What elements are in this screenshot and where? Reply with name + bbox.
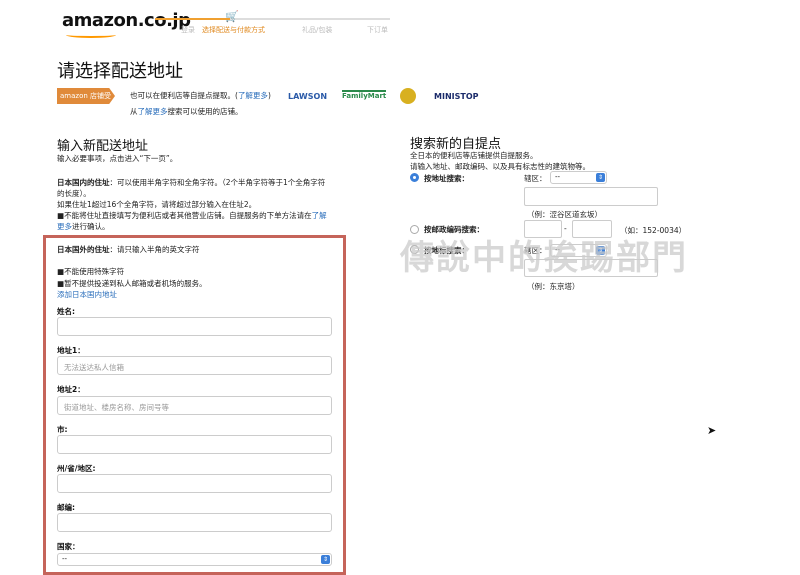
familymart-logo: FamilyMart: [342, 90, 387, 100]
address1-input[interactable]: 无法送达私人信箱: [57, 356, 332, 375]
step-login: 登录: [181, 26, 195, 34]
watermark: 傳說中的挨踢部門: [400, 238, 688, 278]
country-select[interactable]: -- ⇕: [57, 553, 332, 566]
address-search-input[interactable]: [524, 187, 658, 206]
district-select[interactable]: -- ⇕: [550, 171, 607, 184]
foreign-note-1: ■不能使用特殊字符: [57, 267, 125, 276]
country-label: 国家：: [57, 542, 80, 551]
cart-icon: 🛒: [225, 10, 239, 23]
address2-label: 地址2：: [57, 385, 85, 394]
add-domestic-address-link[interactable]: 添加日本国内地址: [57, 289, 117, 300]
ministop-logo: MINISTOP: [434, 92, 479, 101]
step-shipping: 选择配送与付款方式: [202, 26, 265, 34]
city-input[interactable]: [57, 435, 332, 454]
learn-more-link-2[interactable]: 了解更多: [138, 107, 168, 116]
pickup-line2: 从了解更多搜索可以使用的店铺。: [130, 107, 243, 116]
page-title: 请选择配送地址: [57, 61, 183, 82]
learn-more-link[interactable]: 了解更多: [238, 91, 268, 100]
chevron-down-icon: ⇕: [596, 173, 605, 182]
lawson-logo: LAWSON: [288, 92, 328, 101]
foreign-info: 日本国外的住址：请只输入半角的英文字符: [57, 245, 200, 254]
city-label: 市:: [57, 425, 68, 434]
amazon-logo[interactable]: amazon.co.jp: [62, 10, 191, 38]
state-label: 州/省/地区:: [57, 464, 96, 473]
checkout-progress: [155, 18, 390, 20]
step-gift: 礼品/包装: [302, 26, 333, 34]
name-input[interactable]: [57, 317, 332, 336]
radio-by-address[interactable]: [410, 173, 419, 182]
postal-input[interactable]: [57, 513, 332, 532]
postal-label: 邮编:: [57, 503, 75, 512]
chevron-down-icon: ⇕: [321, 555, 330, 564]
by-address-label: 按地址搜索：: [424, 174, 469, 183]
pickup-search-line1: 全日本的便利店等店铺提供自提服务。: [410, 151, 538, 160]
new-address-subtitle: 输入必要事项，点击进入“下一页”。: [57, 154, 178, 163]
mouse-cursor-icon: ➤: [707, 424, 717, 437]
new-address-title: 输入新配送地址: [57, 139, 149, 154]
pickup-badge: amazon 店铺受取: [57, 88, 115, 104]
name-label: 姓名:: [57, 307, 75, 316]
address1-label: 地址1：: [57, 346, 85, 355]
district-label: 辖区：: [524, 174, 547, 183]
step-order: 下订单: [367, 26, 388, 34]
yamato-logo: [400, 88, 416, 104]
state-input[interactable]: [57, 474, 332, 493]
address2-input[interactable]: 街道地址、楼房名称、房间号等: [57, 396, 332, 415]
domestic-info: 日本国内的住址：可以使用半角字符和全角字符。（2个半角字符等于1个全角字符的长度…: [57, 178, 327, 231]
pickup-line1: 也可以在便利店等自提点提取。(了解更多): [130, 91, 271, 100]
landmark-example: （例：东京塔）: [527, 282, 580, 291]
address-example: （例：涩谷区道玄坂）: [527, 210, 602, 219]
foreign-note-2: ■暂不提供投递到私人邮箱或者机场的服务。: [57, 279, 207, 288]
